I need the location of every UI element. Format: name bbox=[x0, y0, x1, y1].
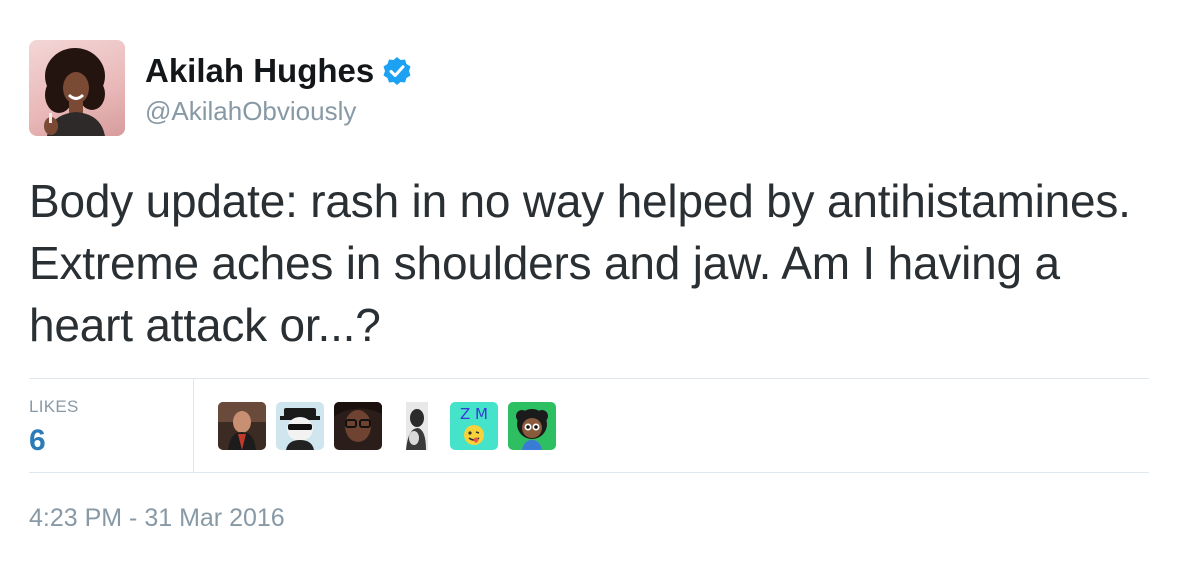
tweet-text: Body update: rash in no way helped by an… bbox=[29, 175, 1131, 351]
author-name-row[interactable]: Akilah Hughes bbox=[145, 52, 412, 90]
liker-avatar-5-initials: Z M bbox=[460, 405, 488, 423]
author-handle[interactable]: @AkilahObviously bbox=[145, 96, 356, 127]
stats-bottom-divider bbox=[29, 472, 1149, 473]
likes-label[interactable]: LIKES bbox=[29, 397, 79, 417]
liker-avatar-3[interactable] bbox=[334, 402, 382, 450]
verified-badge-icon bbox=[382, 56, 412, 86]
liker-avatar-1[interactable] bbox=[218, 402, 266, 450]
liker-avatar-6[interactable] bbox=[508, 402, 556, 450]
likers-list: Z M bbox=[218, 402, 556, 450]
liker-avatar-4[interactable] bbox=[392, 402, 440, 450]
liker-avatar-2[interactable] bbox=[276, 402, 324, 450]
tweet-card: Akilah Hughes @AkilahObviously Body upda… bbox=[0, 0, 1204, 564]
author-name[interactable]: Akilah Hughes bbox=[145, 52, 374, 90]
stats-vertical-divider bbox=[193, 379, 194, 472]
tweet-timestamp[interactable]: 4:23 PM - 31 Mar 2016 bbox=[29, 504, 285, 533]
likes-count[interactable]: 6 bbox=[29, 424, 46, 458]
stats-top-divider bbox=[29, 378, 1149, 379]
liker-avatar-5[interactable]: Z M bbox=[450, 402, 498, 450]
profile-avatar[interactable] bbox=[29, 40, 125, 136]
